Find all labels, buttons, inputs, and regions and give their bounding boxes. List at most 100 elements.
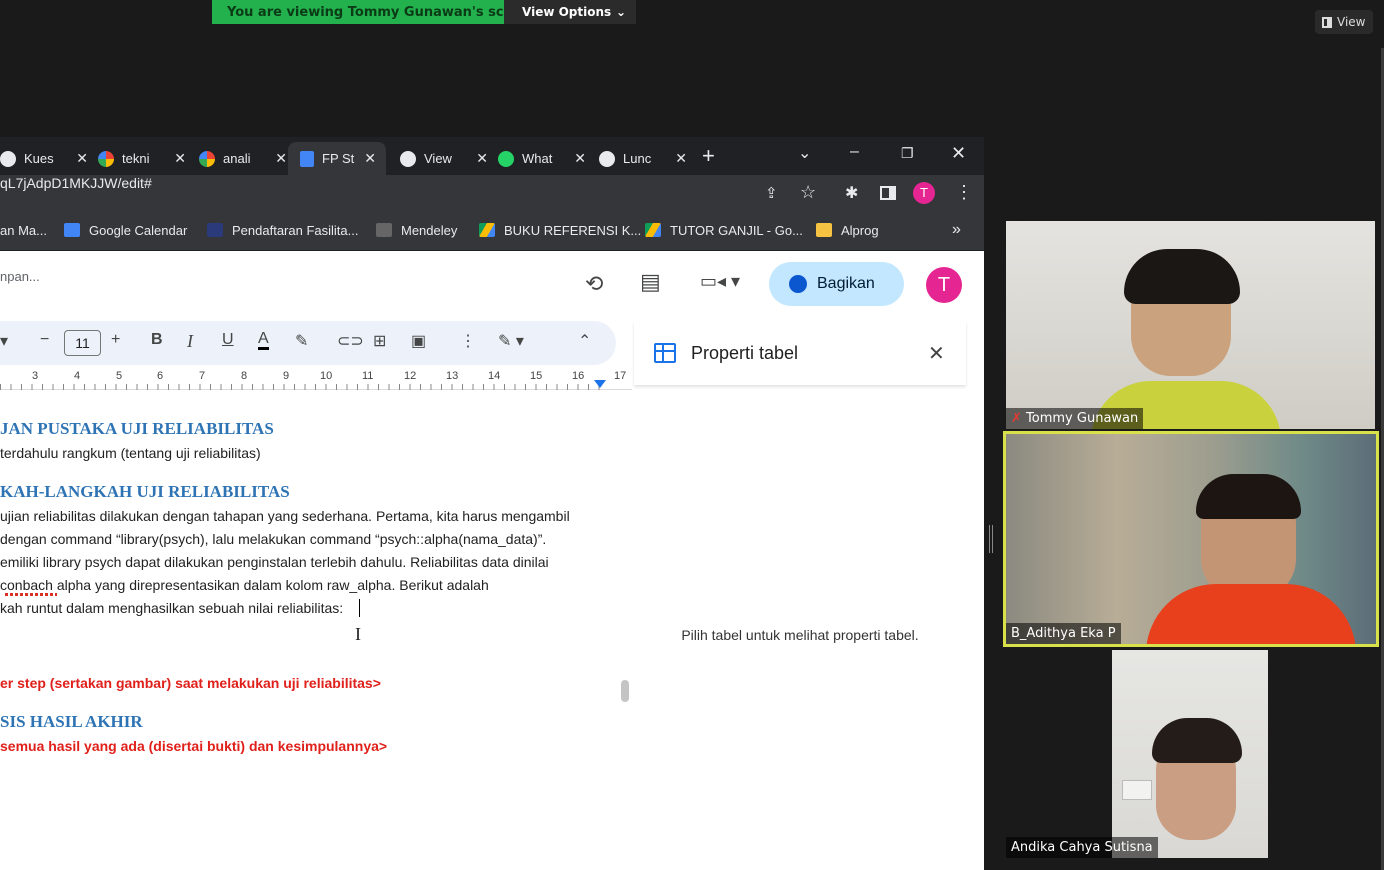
shared-browser-window: Kues ✕ tekni ✕ anali ✕ FP St ✕ View ✕ Wh…: [0, 137, 984, 870]
close-icon[interactable]: ✕: [675, 150, 687, 167]
close-icon[interactable]: ✕: [364, 150, 376, 167]
more-bookmarks-icon[interactable]: »: [952, 211, 961, 249]
side-panel-icon[interactable]: [880, 186, 896, 200]
participant-tile-andika[interactable]: Andika Cahya Sutisna: [1006, 650, 1375, 858]
view-button-label: View: [1337, 15, 1366, 29]
view-options-button[interactable]: View Options ⌄: [504, 0, 636, 24]
text-cursor: [359, 599, 360, 617]
dropdown-arrow-icon[interactable]: ▾: [0, 331, 8, 351]
new-tab-icon[interactable]: +: [702, 143, 715, 169]
tab-whatsapp[interactable]: What ✕: [498, 142, 586, 175]
globe-icon: [0, 150, 16, 167]
tab-label: Kues: [24, 151, 54, 166]
participant-tile-adithya[interactable]: B_Adithya Eka P: [1003, 431, 1379, 647]
participant-name-andika: Andika Cahya Sutisna: [1006, 837, 1158, 858]
url-field[interactable]: qL7jAdpD1MKJJW/edit#: [0, 175, 152, 211]
bold-icon[interactable]: B: [151, 331, 163, 349]
video-feed-hair: [1196, 474, 1301, 519]
link-icon[interactable]: ⊂⊃: [337, 331, 364, 351]
highlight-icon[interactable]: ✎: [295, 331, 308, 351]
share-label: Bagikan: [817, 275, 875, 292]
heading-langkah-langkah: KAH-LANGKAH UJI RELIABILITAS: [0, 482, 290, 501]
bookmark-alprog[interactable]: Alprog: [816, 211, 879, 249]
ruler-number: 15: [530, 370, 543, 382]
close-icon[interactable]: ✕: [174, 150, 186, 167]
chrome-menu-icon[interactable]: ⋮: [955, 182, 973, 203]
address-bar: qL7jAdpD1MKJJW/edit# ⇪ ☆ ✱ T ⋮: [0, 175, 984, 211]
participant-tile-tommy[interactable]: ✗ Tommy Gunawan: [1006, 221, 1375, 429]
share-page-icon[interactable]: ⇪: [765, 184, 778, 202]
increase-font-icon[interactable]: +: [111, 331, 120, 349]
tab-fp-st[interactable]: FP St ✕: [288, 142, 386, 175]
ruler-number: 5: [116, 370, 123, 382]
table-properties-panel: Properti tabel ✕ Pilih tabel untuk melih…: [634, 321, 966, 870]
minimize-icon[interactable]: –: [850, 143, 859, 161]
close-icon[interactable]: ✕: [76, 150, 88, 167]
bookmark-tutor-ganjil[interactable]: TUTOR GANJIL - Go...: [645, 211, 803, 249]
restore-icon[interactable]: ❐: [901, 145, 914, 162]
tab-anali[interactable]: anali ✕: [199, 142, 287, 175]
panel-empty-message: Pilih tabel untuk melihat properti tabel…: [681, 627, 919, 643]
bookmark-buku-referensi[interactable]: BUKU REFERENSI K...: [479, 211, 641, 249]
ruler-number: 6: [157, 370, 164, 382]
chevron-down-icon: ⌄: [615, 5, 626, 19]
bookmark-star-icon[interactable]: ☆: [800, 182, 816, 203]
bookmark-mendeley[interactable]: Mendeley: [376, 211, 457, 249]
italic-icon[interactable]: I: [187, 331, 193, 352]
share-button[interactable]: Bagikan: [769, 262, 904, 306]
paragraph-line: dengan command “library(psych), lalu mel…: [0, 531, 547, 547]
version-history-icon[interactable]: ⟲: [585, 271, 603, 297]
extensions-icon[interactable]: ✱: [845, 183, 858, 203]
ruler-number: 3: [32, 370, 39, 382]
tab-tekni[interactable]: tekni ✕: [98, 142, 186, 175]
ruler-number: 7: [199, 370, 206, 382]
add-comment-icon[interactable]: ⊞: [373, 331, 386, 351]
tab-lunc[interactable]: Lunc ✕: [599, 142, 687, 175]
folder-icon: [816, 223, 832, 237]
panel-title: Properti tabel: [691, 343, 799, 363]
font-size-input[interactable]: 11: [64, 330, 101, 356]
bookmark-label: Alprog: [841, 222, 879, 238]
document-page[interactable]: JAN PUSTAKA UJI RELIABILITAS terdahulu r…: [0, 390, 632, 870]
close-panel-icon[interactable]: ✕: [928, 341, 945, 366]
video-feed-ac-unit: [1122, 780, 1152, 800]
decrease-font-icon[interactable]: −: [40, 331, 49, 349]
ruler-number: 17: [614, 370, 627, 382]
editing-mode-icon[interactable]: ✎ ▾: [498, 331, 524, 351]
bookmark-pendaftaran[interactable]: Pendaftaran Fasilita...: [207, 211, 358, 249]
text-color-icon[interactable]: A: [258, 331, 269, 350]
bookmark-google-calendar[interactable]: Google Calendar: [64, 211, 187, 249]
ruler-number: 16: [572, 370, 585, 382]
tab-kues[interactable]: Kues ✕: [0, 142, 88, 175]
tab-search-chevron-icon[interactable]: ⌄: [798, 143, 811, 163]
profile-avatar[interactable]: T: [913, 182, 935, 204]
meet-icon[interactable]: ▭◂ ▾: [700, 271, 740, 292]
insert-image-icon[interactable]: ▣: [411, 331, 426, 351]
bookmark-item[interactable]: an Ma...: [0, 211, 47, 249]
bookmark-label: BUKU REFERENSI K...: [504, 222, 642, 238]
docs-avatar[interactable]: T: [926, 267, 962, 303]
close-icon[interactable]: ✕: [574, 150, 586, 167]
saving-status: npan...: [0, 269, 40, 284]
tab-label: tekni: [122, 151, 150, 166]
drive-icon: [479, 223, 495, 237]
comment-icon[interactable]: ▤: [640, 269, 661, 295]
docs-icon: [300, 150, 314, 167]
zoom-view-button[interactable]: View: [1315, 10, 1373, 34]
right-indent-marker[interactable]: [594, 380, 606, 388]
tab-view[interactable]: View ✕: [400, 142, 488, 175]
collapse-toolbar-icon[interactable]: ⌃: [578, 331, 591, 351]
ruler-number: 14: [488, 370, 501, 382]
close-icon[interactable]: ✕: [476, 150, 488, 167]
todo-note-step: er step (sertakan gambar) saat melakukan…: [0, 675, 381, 691]
ruler-number: 10: [320, 370, 333, 382]
panel-splitter-handle[interactable]: [989, 525, 993, 553]
close-icon[interactable]: ✕: [275, 150, 287, 167]
docs-header: npan... ⟲ ▤ ▭◂ ▾ Bagikan T: [0, 251, 984, 321]
scrollbar-thumb[interactable]: [621, 680, 629, 702]
paragraph-line: kah runtut dalam menghasilkan sebuah nil…: [0, 600, 344, 616]
participant-name-label: Tommy Gunawan: [1026, 411, 1139, 426]
underline-icon[interactable]: U: [222, 331, 234, 349]
window-close-icon[interactable]: ✕: [951, 143, 966, 164]
more-options-icon[interactable]: ⋮: [460, 331, 476, 351]
